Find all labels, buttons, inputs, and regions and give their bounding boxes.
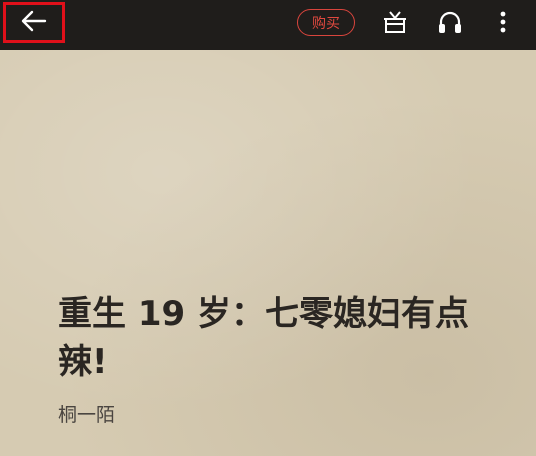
buy-button[interactable]: 购买 [297, 9, 355, 36]
top-toolbar: 购买 [0, 0, 536, 50]
book-cover-page: 重生 19 岁：七零媳妇有点辣! 桐一陌 [0, 50, 536, 456]
listen-button[interactable] [434, 8, 466, 40]
more-vertical-icon [498, 9, 508, 39]
more-options-button[interactable] [487, 8, 519, 40]
headphones-icon [436, 8, 464, 40]
gift-button[interactable] [379, 8, 411, 40]
back-button[interactable] [3, 2, 65, 43]
book-author: 桐一陌 [58, 404, 116, 426]
book-title: 重生 19 岁：七零媳妇有点辣! [58, 294, 469, 382]
gift-icon [381, 8, 409, 40]
arrow-left-icon [21, 10, 47, 36]
